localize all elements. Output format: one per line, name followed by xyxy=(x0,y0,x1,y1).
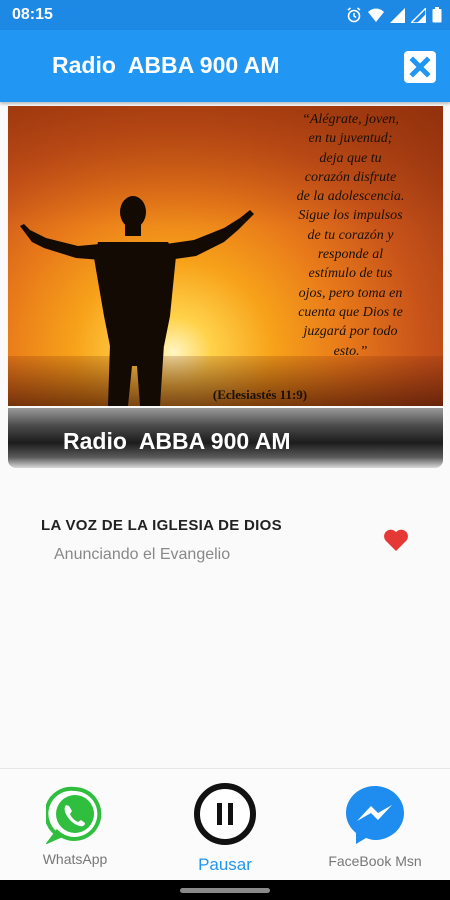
man-silhouette-image xyxy=(20,196,254,406)
heart-icon[interactable] xyxy=(383,528,409,552)
app-bar: Radio ABBA 900 AM xyxy=(0,30,450,102)
messenger-label: FaceBook Msn xyxy=(328,853,422,869)
status-bar: 08:15 xyxy=(0,0,450,30)
status-icons xyxy=(346,6,442,24)
verse-reference: (Eclesiastés 11:9) xyxy=(212,387,308,402)
alarm-icon xyxy=(347,7,361,23)
signal-icon xyxy=(390,7,405,23)
pause-icon xyxy=(194,783,256,845)
status-time: 08:15 xyxy=(12,6,53,23)
messenger-button[interactable]: FaceBook Msn xyxy=(320,784,430,869)
whatsapp-button[interactable]: WhatsApp xyxy=(22,786,128,867)
messenger-icon xyxy=(346,786,404,844)
signal-icon-2 xyxy=(411,7,426,23)
wifi-icon xyxy=(368,8,384,22)
close-icon xyxy=(409,56,431,78)
battery-icon xyxy=(432,7,442,23)
home-handle[interactable] xyxy=(180,888,270,893)
program-title: LA VOZ DE LA IGLESIA DE DIOS xyxy=(41,517,282,534)
program-subtitle: Anunciando el Evangelio xyxy=(54,546,231,563)
whatsapp-label: WhatsApp xyxy=(42,851,108,867)
app-title: Radio ABBA 900 AM xyxy=(52,52,280,78)
bible-verse-text: “Alégrate, joven, en tu juventud; deja q… xyxy=(296,112,405,359)
station-name-bar: Radio ABBA 900 AM xyxy=(8,408,443,468)
station-name: Radio ABBA 900 AM xyxy=(63,428,291,454)
close-button[interactable] xyxy=(404,51,436,83)
banner-image: “Alégrate, joven, en tu juventud; deja q… xyxy=(8,106,443,406)
whatsapp-icon xyxy=(44,786,102,845)
pause-label: Pausar xyxy=(198,855,252,874)
pause-button[interactable]: Pausar xyxy=(170,782,280,875)
